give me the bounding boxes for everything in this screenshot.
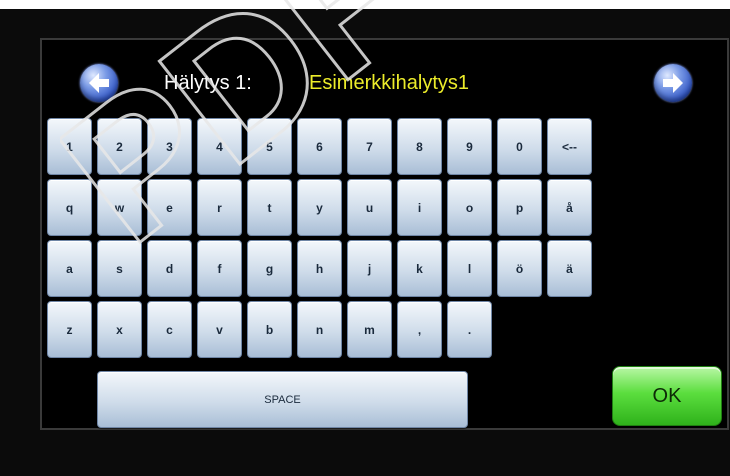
- key-0-10[interactable]: <--: [547, 118, 592, 175]
- key-0-9[interactable]: 0: [497, 118, 542, 175]
- key-2-3[interactable]: f: [197, 240, 242, 297]
- key-1-6[interactable]: u: [347, 179, 392, 236]
- key-1-3[interactable]: r: [197, 179, 242, 236]
- key-1-10[interactable]: å: [547, 179, 592, 236]
- key-1-0[interactable]: q: [47, 179, 92, 236]
- key-1-5[interactable]: y: [297, 179, 342, 236]
- key-3-4[interactable]: b: [247, 301, 292, 358]
- arrow-right-icon: [663, 73, 683, 93]
- key-2-0[interactable]: a: [47, 240, 92, 297]
- key-3-2[interactable]: c: [147, 301, 192, 358]
- key-0-6[interactable]: 7: [347, 118, 392, 175]
- key-3-3[interactable]: v: [197, 301, 242, 358]
- key-3-8[interactable]: .: [447, 301, 492, 358]
- key-2-7[interactable]: k: [397, 240, 442, 297]
- key-2-6[interactable]: j: [347, 240, 392, 297]
- next-button[interactable]: [654, 64, 692, 102]
- key-3-6[interactable]: m: [347, 301, 392, 358]
- key-3-1[interactable]: x: [97, 301, 142, 358]
- key-1-2[interactable]: e: [147, 179, 192, 236]
- key-1-4[interactable]: t: [247, 179, 292, 236]
- key-2-9[interactable]: ö: [497, 240, 542, 297]
- key-2-10[interactable]: ä: [547, 240, 592, 297]
- key-1-8[interactable]: o: [447, 179, 492, 236]
- key-0-8[interactable]: 9: [447, 118, 492, 175]
- key-2-8[interactable]: l: [447, 240, 492, 297]
- alarm-name-field[interactable]: Esimerkkihalytys1: [309, 66, 469, 100]
- key-2-5[interactable]: h: [297, 240, 342, 297]
- key-0-1[interactable]: 2: [97, 118, 142, 175]
- key-2-2[interactable]: d: [147, 240, 192, 297]
- key-2-4[interactable]: g: [247, 240, 292, 297]
- key-3-0[interactable]: z: [47, 301, 92, 358]
- key-1-7[interactable]: i: [397, 179, 442, 236]
- keyboard-screen: Hälytys 1: Esimerkkihalytys1 1 2 3 4 5 6 7 8 9 0 <…: [40, 38, 729, 430]
- arrow-left-icon: [89, 73, 109, 93]
- key-3-7[interactable]: ,: [397, 301, 442, 358]
- key-0-5[interactable]: 6: [297, 118, 342, 175]
- key-0-3[interactable]: 4: [197, 118, 242, 175]
- key-1-9[interactable]: p: [497, 179, 542, 236]
- device-frame: Hälytys 1: Esimerkkihalytys1 1 2 3 4 5 6 7 8 9 0 <…: [0, 9, 730, 476]
- space-key[interactable]: SPACE: [97, 371, 468, 428]
- previous-button[interactable]: [80, 64, 118, 102]
- key-0-4[interactable]: 5: [247, 118, 292, 175]
- key-0-2[interactable]: 3: [147, 118, 192, 175]
- key-3-5[interactable]: n: [297, 301, 342, 358]
- key-1-1[interactable]: w: [97, 179, 142, 236]
- ok-button[interactable]: OK: [612, 366, 722, 426]
- alarm-label: Hälytys 1:: [164, 72, 252, 94]
- key-0-0[interactable]: 1: [47, 118, 92, 175]
- key-0-7[interactable]: 8: [397, 118, 442, 175]
- key-2-1[interactable]: s: [97, 240, 142, 297]
